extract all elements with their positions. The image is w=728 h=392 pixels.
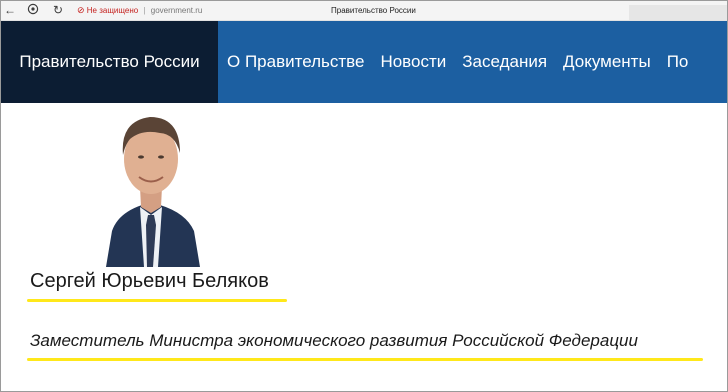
site-navigation: Правительство России О Правительстве Нов…	[1, 21, 727, 103]
profile-section: Сергей Юрьевич Беляков Заместитель Минис…	[1, 103, 727, 391]
browser-tab-title: Правительство России	[331, 6, 416, 15]
browser-window: ← ↻ ⊘ Не защищено | government.ru Правит…	[0, 0, 728, 392]
person-name: Сергей Юрьевич Беляков	[30, 270, 269, 292]
record-icon[interactable]	[26, 3, 40, 17]
security-warning: Не защищено	[86, 6, 139, 15]
name-highlight	[27, 299, 287, 302]
nav-item-more[interactable]: По	[667, 21, 689, 103]
nav-item-meetings[interactable]: Заседания	[462, 21, 547, 103]
reload-icon[interactable]: ↻	[51, 3, 65, 17]
browser-toolbar: ← ↻ ⊘ Не защищено | government.ru Правит…	[1, 1, 727, 21]
not-secure-icon: ⊘	[77, 5, 85, 15]
address-separator: |	[143, 6, 146, 15]
address-bar[interactable]: ⊘ Не защищено | government.ru	[77, 4, 202, 17]
nav-item-documents[interactable]: Документы	[563, 21, 651, 103]
portrait-photo	[98, 109, 204, 267]
nav-item-about[interactable]: О Правительстве	[227, 21, 364, 103]
nav-item-news[interactable]: Новости	[380, 21, 446, 103]
url-text: government.ru	[150, 6, 203, 15]
site-menu: О Правительстве Новости Заседания Докуме…	[227, 21, 704, 103]
person-position: Заместитель Министра экономического разв…	[30, 331, 638, 350]
site-brand[interactable]: Правительство России	[1, 21, 218, 103]
tab-strip	[629, 5, 727, 20]
back-arrow-icon[interactable]: ←	[3, 3, 17, 17]
position-highlight	[27, 358, 703, 361]
